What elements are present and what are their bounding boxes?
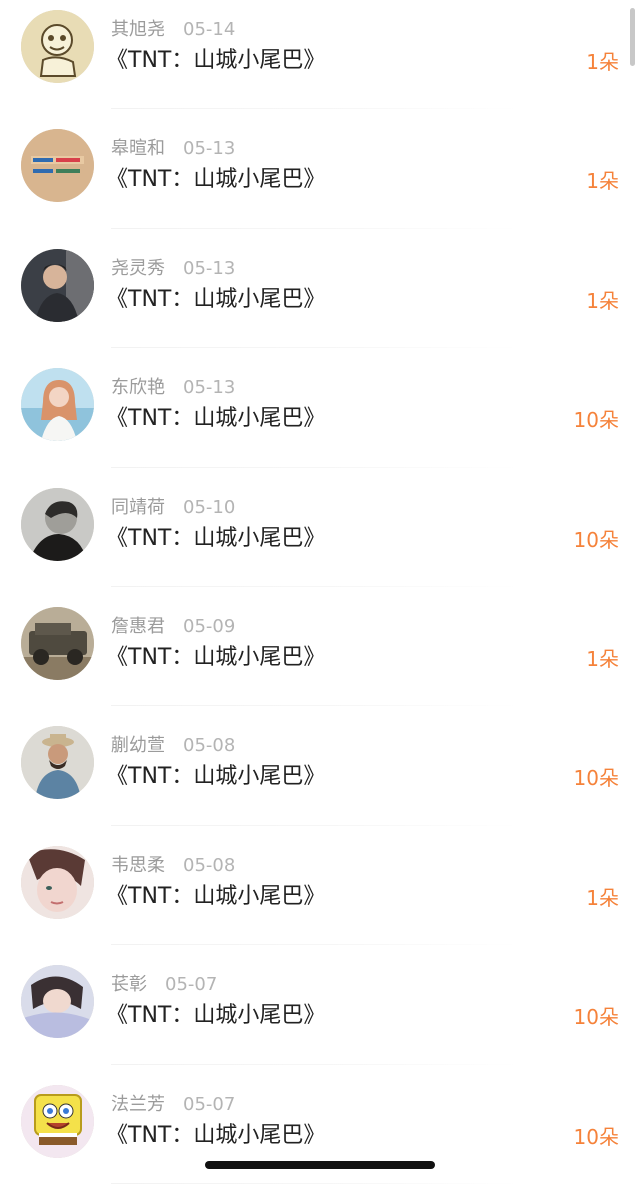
sender-name: 同靖荷 <box>111 496 165 518</box>
row-divider <box>111 466 520 468</box>
book-title[interactable]: 《TNT：山城小尾巴》 <box>106 1121 325 1151</box>
list-item[interactable]: 皋暄和 05-13 《TNT：山城小尾巴》 1朵 <box>0 119 640 238</box>
book-title[interactable]: 《TNT：山城小尾巴》 <box>106 882 325 912</box>
sender-meta: 东欣艳 05-13 <box>111 376 235 400</box>
sender-name: 皋暄和 <box>111 138 165 160</box>
flower-count: 1朵 <box>586 50 619 74</box>
home-indicator[interactable] <box>205 1161 435 1169</box>
flower-count: 10朵 <box>573 527 619 552</box>
row-divider <box>111 705 520 707</box>
flower-count: 10朵 <box>573 1005 619 1030</box>
girl-lying-avatar[interactable] <box>21 965 94 1039</box>
sender-meta: 韦思柔 05-08 <box>111 854 235 878</box>
sender-meta: 尧灵秀 05-13 <box>111 257 235 281</box>
sender-name: 尧灵秀 <box>111 257 165 279</box>
list-item[interactable]: 韦思柔 05-08 《TNT：山城小尾巴》 1朵 <box>0 836 640 955</box>
spongebob-avatar[interactable] <box>21 1084 94 1158</box>
sender-meta: 苌彰 05-07 <box>111 973 217 997</box>
sender-name: 其旭尧 <box>111 19 165 40</box>
scrollbar[interactable] <box>630 8 635 66</box>
send-date: 05-14 <box>183 19 236 40</box>
flower-count: 1朵 <box>586 885 619 910</box>
row-divider <box>111 227 520 229</box>
book-title[interactable]: 《TNT：山城小尾巴》 <box>106 46 325 76</box>
flower-count: 10朵 <box>573 408 619 433</box>
row-divider <box>111 1063 520 1065</box>
sender-meta: 皋暄和 05-13 <box>111 137 235 161</box>
sender-name: 法兰芳 <box>111 1093 165 1115</box>
flower-count: 10朵 <box>573 766 619 791</box>
flower-count: 10朵 <box>573 1124 619 1149</box>
send-date: 05-13 <box>183 138 236 160</box>
sender-name: 蒯幼萱 <box>111 735 165 757</box>
sender-meta: 蒯幼萱 05-08 <box>111 734 235 758</box>
send-date: 05-13 <box>183 257 236 279</box>
sender-meta: 其旭尧 05-14 <box>111 18 235 42</box>
book-title[interactable]: 《TNT：山城小尾巴》 <box>106 762 325 792</box>
book-title[interactable]: 《TNT：山城小尾巴》 <box>106 285 325 315</box>
sender-name: 苌彰 <box>111 974 147 996</box>
send-date: 05-10 <box>183 496 236 518</box>
send-date: 05-07 <box>165 974 218 996</box>
sender-name: 韦思柔 <box>111 854 165 876</box>
book-title[interactable]: 《TNT：山城小尾巴》 <box>106 404 325 434</box>
row-divider <box>111 347 520 349</box>
send-date: 05-08 <box>183 735 236 757</box>
flower-count: 1朵 <box>586 169 619 194</box>
sender-name: 詹惠君 <box>111 615 165 637</box>
row-divider <box>111 108 520 110</box>
man-hat-avatar[interactable] <box>21 726 94 800</box>
jeep-photo-avatar[interactable] <box>21 606 94 680</box>
book-title[interactable]: 《TNT：山城小尾巴》 <box>106 1001 325 1031</box>
flower-count: 1朵 <box>586 646 619 671</box>
row-divider <box>111 824 520 826</box>
cartoon-sketch-avatar[interactable] <box>21 10 94 83</box>
list-item[interactable]: 同靖荷 05-10 《TNT：山城小尾巴》 10朵 <box>0 478 640 597</box>
text-slogan-avatar[interactable] <box>21 129 94 203</box>
book-title[interactable]: 《TNT：山城小尾巴》 <box>106 165 325 195</box>
row-divider <box>111 1182 520 1184</box>
list-item[interactable]: 其旭尧 05-14 《TNT：山城小尾巴》 1朵 <box>0 0 640 119</box>
flower-count: 1朵 <box>586 288 619 313</box>
send-date: 05-08 <box>183 854 236 876</box>
sender-meta: 法兰芳 05-07 <box>111 1093 235 1117</box>
sender-meta: 同靖荷 05-10 <box>111 496 235 520</box>
list-item[interactable]: 詹惠君 05-09 《TNT：山城小尾巴》 1朵 <box>0 597 640 716</box>
list-item[interactable]: 东欣艳 05-13 《TNT：山城小尾巴》 10朵 <box>0 358 640 477</box>
blurred-portrait-avatar[interactable] <box>21 487 94 561</box>
send-date: 05-13 <box>183 377 236 399</box>
girl-beach-avatar[interactable] <box>21 368 94 442</box>
list-item[interactable]: 尧灵秀 05-13 《TNT：山城小尾巴》 1朵 <box>0 239 640 358</box>
man-photo-avatar[interactable] <box>21 248 94 322</box>
sender-name: 东欣艳 <box>111 377 165 399</box>
book-title[interactable]: 《TNT：山城小尾巴》 <box>106 524 325 554</box>
send-date: 05-07 <box>183 1093 236 1115</box>
sender-meta: 詹惠君 05-09 <box>111 615 235 639</box>
list-item[interactable]: 法兰芳 05-07 《TNT：山城小尾巴》 10朵 <box>0 1075 640 1194</box>
send-date: 05-09 <box>183 615 236 637</box>
woman-closeup-avatar[interactable] <box>21 845 94 919</box>
list-item[interactable]: 苌彰 05-07 《TNT：山城小尾巴》 10朵 <box>0 955 640 1074</box>
book-title[interactable]: 《TNT：山城小尾巴》 <box>106 643 325 673</box>
row-divider <box>111 944 520 946</box>
list-item[interactable]: 蒯幼萱 05-08 《TNT：山城小尾巴》 10朵 <box>0 716 640 835</box>
row-divider <box>111 585 520 587</box>
gift-record-list: 其旭尧 05-14 《TNT：山城小尾巴》 1朵 皋暄和 05-13 《TNT：山城… <box>0 0 640 1194</box>
